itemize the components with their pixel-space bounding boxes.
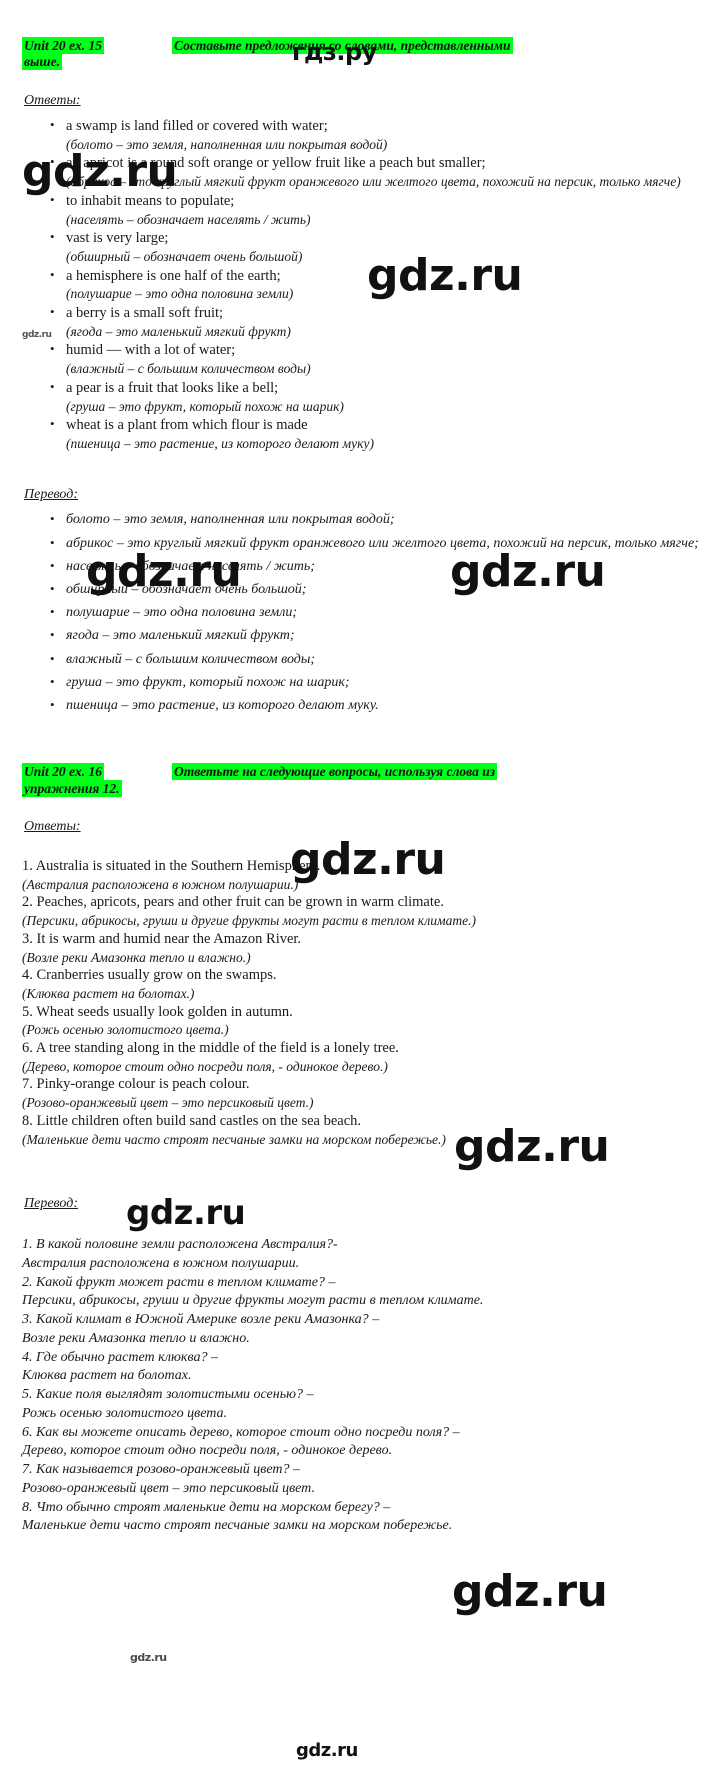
answer-russian: (Розово-оранжевый цвет – это персиковый … — [22, 1095, 314, 1111]
translation-question: 5. Какие поля выглядят золотистыми осень… — [22, 1387, 314, 1403]
list-item: a pear is a fruit that looks like a bell… — [50, 379, 702, 415]
answer-russian: (пшеница – это растение, из которого дел… — [66, 435, 374, 451]
list-item: wheat is a plant from which flour is mad… — [50, 416, 702, 452]
answer-english: a hemisphere is one half of the earth; — [66, 267, 281, 284]
translation-text: полушарие – это одна половина земли; — [66, 605, 297, 621]
translation-text: болото – это земля, наполненная или покр… — [66, 512, 395, 528]
answer-english: 7. Pinky-orange colour is peach colour. — [22, 1076, 250, 1093]
list-item: груша – это фрукт, который похож на шари… — [50, 674, 702, 692]
exercise-16-header: Unit 20 ex. 16 Ответьте на следующие вопр… — [22, 763, 702, 797]
list-item: vast is very large;(обширный – обозначае… — [50, 229, 702, 265]
answer-russian: (болото – это земля, наполненная или пок… — [66, 136, 388, 152]
translation-answer: Клюква растет на болотах. — [22, 1368, 192, 1384]
list-item: an apricot is a round soft orange or yel… — [50, 154, 702, 190]
worksheet-page: Unit 20 ex. 15 Составьте предложения со с… — [0, 37, 720, 1536]
exercise-16-answer-list: 1. Australia is situated in the Southern… — [22, 857, 702, 1148]
translation-text: пшеница – это растение, из которого дела… — [66, 697, 379, 713]
answer-english: 1. Australia is situated in the Southern… — [22, 858, 321, 875]
list-item: полушарие – это одна половина земли; — [50, 604, 702, 622]
list-item: to inhabit means to populate; (населять –… — [50, 192, 702, 228]
answer-russian: (Рожь осенью золотистого цвета.) — [22, 1022, 229, 1038]
answer-russian: (Персики, абрикосы, груши и другие фрукт… — [22, 913, 476, 929]
translation-question: 3. Какой климат в Южной Америке возле ре… — [22, 1312, 380, 1328]
answer-english: a swamp is land filled or covered with w… — [66, 117, 328, 134]
translation-question: 7. Как называется розово-оранжевый цвет?… — [22, 1462, 300, 1478]
watermark-mark: gdz.ru — [130, 1651, 167, 1664]
answer-english: a berry is a small soft fruit; — [66, 304, 224, 321]
answer-english: an apricot is a round soft orange or yel… — [66, 155, 486, 172]
answer-english: vast is very large; — [66, 230, 169, 247]
translation-text: обширный – обозначает очень большой; — [66, 582, 307, 598]
answer-russian: (полушарие – это одна половина земли) — [66, 286, 294, 302]
exercise-16-answers-label: Ответы: — [24, 819, 81, 835]
answer-english: wheat is a plant from which flour is mad… — [66, 417, 308, 434]
answer-english: a pear is a fruit that looks like a bell… — [66, 379, 279, 396]
exercise-15-unit-label: Unit 20 ex. 15 — [22, 37, 105, 54]
translation-text: населять – обозначает населять / жить; — [66, 558, 315, 574]
translation-answer: Розово-оранжевый цвет – это персиковый ц… — [22, 1480, 315, 1496]
translation-text: влажный – с большим количеством воды; — [66, 651, 316, 667]
exercise-16-unit-label: Unit 20 ex. 16 — [22, 763, 105, 781]
list-item: обширный – обозначает очень большой; — [50, 581, 702, 599]
answer-russian: (груша – это фрукт, который похож на шар… — [66, 398, 344, 414]
translation-answer: Маленькие дети часто строят песчаные зам… — [22, 1518, 453, 1534]
answer-russian: (ягода – это маленький мягкий фрукт) — [66, 323, 291, 339]
translation-text: груша – это фрукт, который похож на шари… — [66, 674, 350, 690]
answer-russian: (обширный – обозначает очень большой) — [66, 248, 303, 264]
exercise-15-answer-list: a swamp is land filled or covered with w… — [22, 117, 702, 453]
answer-english: 2. Peaches, apricots, pears and other fr… — [22, 894, 444, 911]
translation-answer: Возле реки Амазонка тепло и влажно. — [22, 1330, 250, 1346]
list-item: a swamp is land filled or covered with w… — [50, 117, 702, 153]
answer-russian: (Австралия расположена в южном полушарии… — [22, 876, 299, 892]
translation-text: абрикос – это круглый мягкий фрукт оранж… — [66, 535, 699, 551]
answer-russian: (влажный – с большим количеством воды) — [66, 361, 311, 377]
watermark-bottom: gdz.ru — [296, 1740, 358, 1761]
exercise-15-task-line2: выше. — [22, 53, 63, 71]
answer-english: 6. A tree standing along in the middle o… — [22, 1040, 399, 1057]
answer-russian: (Маленькие дети часто строят песчаные за… — [22, 1131, 446, 1147]
list-item: влажный – с большим количеством воды; — [50, 651, 702, 669]
list-item: a berry is a small soft fruit; (ягода – э… — [50, 304, 702, 340]
translation-answer: Персики, абрикосы, груши и другие фрукты… — [22, 1293, 484, 1309]
answer-english: 5. Wheat seeds usually look golden in au… — [22, 1003, 293, 1020]
answer-english: 4. Cranberries usually grow on the swamp… — [22, 967, 277, 984]
translation-question: 4. Где обычно растет клюква? – — [22, 1349, 218, 1365]
list-item: humid — with a lot of water; (влажный – с… — [50, 341, 702, 377]
translation-question: 8. Что обычно строят маленькие дети на м… — [22, 1499, 391, 1515]
exercise-16-translation-list: 1. В какой половине земли расположена Ав… — [22, 1236, 702, 1536]
translation-question: 2. Какой фрукт может расти в теплом клим… — [22, 1274, 336, 1290]
list-item: пшеница – это растение, из которого дела… — [50, 697, 702, 715]
translation-answer: Австралия расположена в южном полушарии. — [22, 1255, 300, 1271]
list-item: ягода – это маленький мягкий фрукт; — [50, 627, 702, 645]
answer-english: 3. It is warm and humid near the Amazon … — [22, 930, 302, 947]
translation-question: 1. В какой половине земли расположена Ав… — [22, 1237, 338, 1253]
exercise-15-answers-label: Ответы: — [24, 92, 81, 108]
translation-answer: Рожь осенью золотистого цвета. — [22, 1405, 228, 1421]
answer-english: 8. Little children often build sand cast… — [22, 1112, 362, 1129]
exercise-16-translation-label: Перевод: — [24, 1196, 78, 1212]
answer-russian: (Клюква растет на болотах.) — [22, 986, 195, 1002]
list-item: a hemisphere is one half of the earth; (п… — [50, 267, 702, 303]
answer-russian: (Возле реки Амазонка тепло и влажно.) — [22, 949, 251, 965]
exercise-15-translation-list: болото – это земля, наполненная или покр… — [22, 511, 702, 715]
translation-text: ягода – это маленький мягкий фрукт; — [66, 628, 295, 644]
exercise-15-translation-label: Перевод: — [24, 487, 78, 503]
list-item: болото – это земля, наполненная или покр… — [50, 511, 702, 529]
exercise-15-task-line1: Составьте предложения со словами, предст… — [172, 37, 513, 54]
answer-russian: (Дерево, которое стоит одно посреди поля… — [22, 1058, 388, 1074]
answer-russian: (населять – обозначает населять / жить) — [66, 211, 311, 227]
list-item: населять – обозначает населять / жить; — [50, 558, 702, 576]
translation-question: 6. Как вы можете описать дерево, которое… — [22, 1424, 460, 1440]
answer-russian: (абрикос – это круглый мягкий фрукт оран… — [66, 174, 681, 190]
exercise-16-unit-label-cont: упражнения 12. — [22, 779, 122, 797]
answer-english: to inhabit means to populate; — [66, 192, 235, 209]
list-item: абрикос – это круглый мягкий фрукт оранж… — [50, 535, 702, 553]
exercise-15-header: Unit 20 ex. 15 Составьте предложения со с… — [22, 37, 702, 71]
translation-answer: Дерево, которое стоит одно посреди поля,… — [22, 1443, 393, 1459]
answer-english: humid — with a lot of water; — [66, 342, 236, 359]
watermark-mark: gdz.ru — [452, 1566, 608, 1617]
exercise-16-task-line1: Ответьте на следующие вопросы, используя… — [172, 763, 498, 781]
